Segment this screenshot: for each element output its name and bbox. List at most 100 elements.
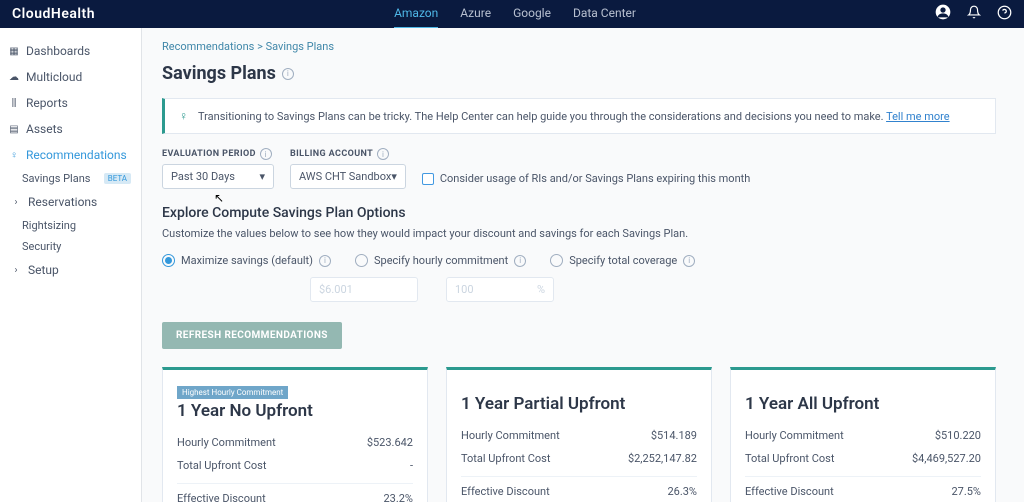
- radio-label: Specify total coverage: [569, 254, 677, 267]
- main-content: Recommendations > Savings Plans Savings …: [142, 28, 1024, 502]
- sidebar-item-recommendations[interactable]: ♀ Recommendations: [0, 142, 141, 168]
- options-radio-row: Maximize savings (default) i Specify hour…: [162, 254, 996, 267]
- top-nav: Amazon Azure Google Data Center: [95, 0, 935, 29]
- select-value: Past 30 Days: [171, 170, 235, 183]
- sidebar-sub-savings-plans[interactable]: Savings Plans BETA: [0, 168, 141, 189]
- card-row-upfront: Total Upfront Cost$2,252,147.82: [461, 447, 697, 470]
- topbar-icons: [935, 4, 1012, 24]
- expiring-checkbox-label: Consider usage of RIs and/or Savings Pla…: [440, 172, 750, 185]
- bulb-icon: ♀: [8, 150, 20, 161]
- sidebar-item-security[interactable]: Security: [0, 236, 141, 257]
- card-title: 1 Year All Upfront: [745, 394, 981, 414]
- page-title: Savings Plans i: [162, 63, 996, 84]
- billing-account-select[interactable]: AWS CHT Sandbox▾: [290, 164, 406, 189]
- sidebar-item-setup[interactable]: › Setup: [0, 257, 141, 283]
- card-title: 1 Year Partial Upfront: [461, 394, 697, 414]
- evaluation-period-select[interactable]: Past 30 Days ▾: [162, 164, 274, 189]
- evaluation-period-label: EVALUATION PERIODi: [162, 148, 274, 160]
- tab-amazon[interactable]: Amazon: [394, 0, 438, 29]
- sidebar-item-label: Reports: [26, 96, 68, 110]
- sidebar-item-reports[interactable]: ⫼ Reports: [0, 90, 141, 116]
- tab-google[interactable]: Google: [513, 0, 551, 29]
- info-icon[interactable]: i: [377, 148, 389, 160]
- info-icon[interactable]: i: [683, 255, 695, 267]
- info-icon[interactable]: i: [319, 255, 331, 267]
- topbar: CloudHealth Amazon Azure Google Data Cen…: [0, 0, 1024, 28]
- cursor-icon: ↖: [214, 191, 224, 205]
- select-value: AWS CHT Sandbox: [299, 170, 391, 183]
- disabled-inputs: $6.001 100%: [310, 277, 996, 302]
- chevron-right-icon: ›: [10, 265, 22, 276]
- card-title: 1 Year No Upfront: [177, 401, 413, 421]
- chevron-down-icon: ▾: [259, 170, 265, 183]
- page-title-text: Savings Plans: [162, 63, 276, 84]
- sidebar-item-label: Assets: [26, 122, 63, 136]
- card-1yr-all-upfront: 1 Year All Upfront Hourly Commitment$510…: [730, 367, 996, 502]
- expiring-checkbox[interactable]: [422, 173, 434, 185]
- sidebar-item-multicloud[interactable]: ☁Multicloud: [0, 64, 141, 90]
- card-row-hourly: Hourly Commitment$510.220: [745, 424, 981, 447]
- card-row-discount: Effective Discount27.5%: [745, 476, 981, 502]
- breadcrumb: Recommendations > Savings Plans: [162, 40, 996, 53]
- tab-datacenter[interactable]: Data Center: [573, 0, 636, 29]
- evaluation-period-group: EVALUATION PERIODi Past 30 Days ▾: [162, 148, 274, 189]
- info-icon[interactable]: i: [282, 68, 294, 80]
- refresh-recommendations-button[interactable]: REFRESH RECOMMENDATIONS: [162, 322, 342, 349]
- breadcrumb-savings-plans[interactable]: Savings Plans: [266, 40, 334, 53]
- radio-maximize-savings[interactable]: Maximize savings (default) i: [162, 254, 331, 267]
- sidebar-item-label: Savings Plans: [22, 172, 90, 185]
- billing-account-label: BILLING ACCOUNTi: [290, 148, 406, 160]
- chevron-down-icon: ▾: [391, 170, 397, 183]
- alert-body: Transitioning to Savings Plans can be tr…: [198, 110, 886, 123]
- bulb-icon: ♀: [179, 109, 188, 123]
- sidebar: ▦ Dashboards ☁Multicloud ⫼ Reports ▤ Assets…: [0, 28, 142, 502]
- tab-azure[interactable]: Azure: [460, 0, 491, 29]
- card-row-discount: Effective Discount23.2%: [177, 483, 413, 502]
- assets-icon: ▤: [8, 124, 20, 135]
- hourly-commitment-input: $6.001: [310, 277, 418, 302]
- radio-hourly-commitment[interactable]: Specify hourly commitment i: [355, 254, 526, 267]
- sidebar-item-label: Reservations: [28, 195, 97, 209]
- beta-badge: BETA: [104, 173, 131, 184]
- reports-icon: ⫼: [8, 98, 20, 109]
- bell-icon[interactable]: [967, 5, 981, 23]
- sidebar-item-reservations[interactable]: › Reservations: [0, 189, 141, 215]
- sidebar-item-rightsizing[interactable]: Rightsizing: [0, 215, 141, 236]
- info-icon[interactable]: i: [514, 255, 526, 267]
- user-icon[interactable]: [935, 4, 951, 24]
- filters-row: EVALUATION PERIODi Past 30 Days ▾ BILLING…: [162, 148, 996, 189]
- card-row-discount: Effective Discount26.3%: [461, 476, 697, 502]
- help-icon[interactable]: [997, 5, 1012, 24]
- explore-section-title: Explore Compute Savings Plan Options: [162, 205, 996, 221]
- sidebar-item-label: Dashboards: [26, 44, 90, 58]
- sidebar-item-label: Recommendations: [26, 148, 127, 162]
- explore-section-desc: Customize the values below to see how th…: [162, 227, 996, 240]
- info-icon[interactable]: i: [260, 148, 272, 160]
- radio-label: Specify hourly commitment: [374, 254, 508, 267]
- card-row-hourly: Hourly Commitment$523.642: [177, 431, 413, 454]
- card-1yr-partial-upfront: 1 Year Partial Upfront Hourly Commitment…: [446, 367, 712, 502]
- card-row-upfront: Total Upfront Cost$4,469,527.20: [745, 447, 981, 470]
- radio-label: Maximize savings (default): [181, 254, 313, 267]
- sidebar-item-label: Security: [22, 240, 61, 253]
- breadcrumb-recommendations[interactable]: Recommendations: [162, 40, 254, 53]
- brand-logo: CloudHealth: [12, 6, 95, 22]
- cloud-icon: ☁: [8, 72, 20, 83]
- sidebar-item-label: Rightsizing: [22, 219, 76, 232]
- card-1yr-no-upfront: Highest Hourly Commitment 1 Year No Upfr…: [162, 367, 428, 502]
- chevron-right-icon: ›: [10, 197, 22, 208]
- billing-account-group: BILLING ACCOUNTi AWS CHT Sandbox▾: [290, 148, 406, 189]
- card-row-hourly: Hourly Commitment$514.189: [461, 424, 697, 447]
- sidebar-item-dashboards[interactable]: ▦ Dashboards: [0, 38, 141, 64]
- radio-total-coverage[interactable]: Specify total coverage i: [550, 254, 695, 267]
- radio-icon: [162, 254, 175, 267]
- sidebar-item-label: Setup: [28, 263, 59, 277]
- tell-me-more-link[interactable]: Tell me more: [886, 110, 950, 123]
- highest-commitment-badge: Highest Hourly Commitment: [177, 386, 288, 399]
- dashboards-icon: ▦: [8, 46, 20, 57]
- total-coverage-input: 100%: [446, 277, 554, 302]
- alert-text: Transitioning to Savings Plans can be tr…: [198, 110, 950, 123]
- radio-icon: [355, 254, 368, 267]
- sidebar-item-assets[interactable]: ▤ Assets: [0, 116, 141, 142]
- radio-icon: [550, 254, 563, 267]
